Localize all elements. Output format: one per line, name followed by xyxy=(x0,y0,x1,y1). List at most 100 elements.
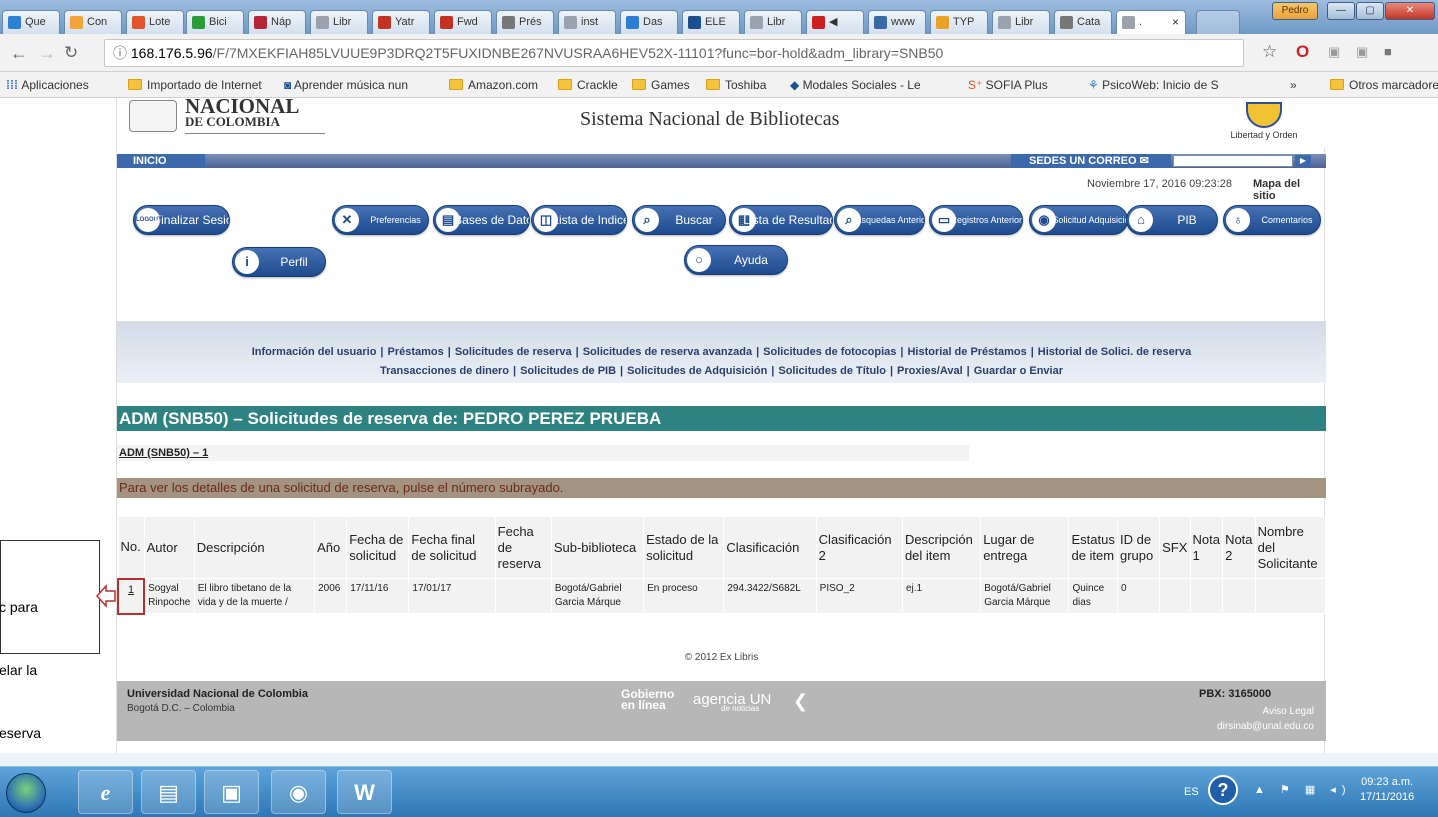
browser-tab[interactable]: ELE xyxy=(682,10,740,34)
mapa-del-sitio-link[interactable]: Mapa del sitio xyxy=(1253,178,1324,202)
bookmark-toshiba[interactable]: Toshiba xyxy=(706,76,766,94)
browser-tab[interactable]: Libr xyxy=(744,10,802,34)
bookmark-aplicaciones[interactable]: ⁞⁞⁞ Aplicaciones xyxy=(6,76,89,94)
patron-link[interactable]: Transacciones de dinero xyxy=(380,365,509,377)
url-field[interactable]: ⓘ 168.176.5.96/F/7MXEKFIAH85LVUUE9P3DRQ2… xyxy=(104,39,1244,67)
nav-button[interactable]: ◫Lista de Indices xyxy=(531,205,627,235)
star-icon[interactable]: ☆ xyxy=(1262,42,1277,62)
back-icon[interactable]: ← xyxy=(10,43,28,64)
nav-button-label: Comentarios xyxy=(1261,215,1313,225)
word-icon[interactable]: W xyxy=(337,770,392,814)
patron-link[interactable]: Proxies/Aval xyxy=(897,365,963,377)
nav-button[interactable]: ⌂ PIB xyxy=(1126,205,1218,235)
browser-tab[interactable]: Prés xyxy=(496,10,554,34)
patron-link[interactable]: Historial de Préstamos xyxy=(907,346,1026,358)
tab-label: Lote xyxy=(149,16,171,28)
patron-link[interactable]: Solicitudes de Adquisición xyxy=(627,365,767,377)
forward-icon[interactable]: → xyxy=(38,43,56,64)
browser-tab[interactable]: Que xyxy=(2,10,60,34)
bookmark-games[interactable]: Games xyxy=(632,76,690,94)
skype-extension-icon[interactable]: ▣ xyxy=(1356,44,1368,60)
patron-link[interactable]: Información del usuario xyxy=(252,346,377,358)
browser-tab[interactable]: Lote xyxy=(126,10,184,34)
internet-explorer-icon[interactable]: e xyxy=(78,770,133,814)
adm-library-link[interactable]: ADM (SNB50) – 1 xyxy=(117,445,969,461)
chrome-icon[interactable]: ◉ xyxy=(271,770,326,814)
browser-tab[interactable]: Das xyxy=(620,10,678,34)
opera-extension-icon[interactable]: O xyxy=(1296,42,1309,62)
bookmark-psicoweb[interactable]: ⚘ PsicoWeb: Inicio de S xyxy=(1088,76,1219,94)
gobierno-en-linea-logo[interactable]: Gobierno en línea xyxy=(621,688,681,711)
header-search-input[interactable] xyxy=(1173,155,1293,167)
nav-button[interactable]: ▦Lista de Resultados xyxy=(729,205,833,235)
patron-link[interactable]: Solicitudes de PIB xyxy=(520,365,616,377)
extension-icon[interactable]: ▣ xyxy=(1328,44,1340,60)
link-separator: | xyxy=(575,346,579,358)
sedes-correo-links[interactable]: SEDES UN CORREO ✉ xyxy=(1011,154,1171,168)
bookmark-aprender-musica[interactable]: ◙ Aprender música nun xyxy=(284,76,408,94)
nav-button[interactable]: ⌕ Buscar xyxy=(632,205,726,235)
aviso-legal-link[interactable]: Aviso Legal xyxy=(1191,706,1314,717)
browser-tab[interactable]: Con xyxy=(64,10,122,34)
browser-tab[interactable]: Cata xyxy=(1054,10,1112,34)
file-explorer-icon[interactable]: ▤ xyxy=(141,770,196,814)
patron-link[interactable]: Préstamos xyxy=(388,346,444,358)
browser-tab[interactable]: ◀ xyxy=(806,10,864,34)
browser-tab[interactable]: . × xyxy=(1116,10,1186,34)
patron-link[interactable]: Solicitudes de reserva avanzada xyxy=(583,346,752,358)
bookmark-crackle[interactable]: Crackle xyxy=(558,76,618,94)
patron-link[interactable]: Solicitudes de Título xyxy=(778,365,886,377)
inicio-link[interactable]: INICIO xyxy=(117,154,205,168)
bookmark-importado[interactable]: Importado de Internet xyxy=(128,76,262,94)
bookmarks-overflow-button[interactable]: » xyxy=(1290,76,1297,94)
new-tab-button[interactable] xyxy=(1196,10,1240,34)
system-tray-icons[interactable]: ▲ ⚑ ▦ ◂) xyxy=(1254,783,1352,796)
browser-tab[interactable]: Yatr xyxy=(372,10,430,34)
agencia-un-logo[interactable]: agencia UN de noticias xyxy=(693,691,771,713)
nav-button[interactable]: ▤Bases de Datos xyxy=(433,205,530,235)
menu-extension-icon[interactable]: ■ xyxy=(1384,44,1392,59)
close-window-button[interactable]: ✕ xyxy=(1385,2,1435,20)
bookmark-sofia-plus[interactable]: S⁺ SOFIA Plus xyxy=(968,76,1048,94)
minimize-button[interactable]: — xyxy=(1327,2,1355,20)
bookmark-modales-sociales[interactable]: ◆ Modales Sociales - Le xyxy=(790,76,921,94)
nav-button[interactable]: ○ Ayuda xyxy=(684,245,788,275)
browser-tab[interactable]: Libr xyxy=(992,10,1050,34)
browser-tab[interactable]: Libr xyxy=(310,10,368,34)
close-tab-icon[interactable]: × xyxy=(1172,11,1179,33)
nav-button[interactable]: ✕ Preferencias xyxy=(332,205,429,235)
browser-tab[interactable]: TYP xyxy=(930,10,988,34)
browser-tab[interactable]: inst xyxy=(558,10,616,34)
media-player-icon[interactable]: ▣ xyxy=(204,770,259,814)
university-logo[interactable]: NACIONAL DE COLOMBIA xyxy=(129,94,325,142)
nav-button[interactable]: i Perfil xyxy=(232,247,326,277)
taskbar-clock[interactable]: 09:23 a.m. 17/11/2016 xyxy=(1360,775,1414,805)
footer-email-link[interactable]: dirsinab@unal.edu.co xyxy=(1137,721,1314,732)
browser-tab[interactable]: Náp xyxy=(248,10,306,34)
patron-link[interactable]: Guardar o Enviar xyxy=(974,365,1063,377)
patron-link[interactable]: Solicitudes de fotocopias xyxy=(763,346,896,358)
header-search-go-button[interactable]: ▶ xyxy=(1295,155,1311,167)
bookmark-amazon[interactable]: Amazon.com xyxy=(449,76,538,94)
browser-tab[interactable]: www xyxy=(868,10,926,34)
tab-label: . xyxy=(1139,16,1143,28)
browser-tab[interactable]: Fwd xyxy=(434,10,492,34)
nav-button[interactable]: ◉ Solicitud Adquisición xyxy=(1029,205,1128,235)
patron-link[interactable]: Historial de Solici. de reserva xyxy=(1038,346,1191,358)
help-icon[interactable]: ? xyxy=(1208,775,1238,805)
maximize-button[interactable]: ▢ xyxy=(1356,2,1384,20)
patron-link[interactable]: Solicitudes de reserva xyxy=(455,346,572,358)
nav-button[interactable]: ♁ Comentarios xyxy=(1223,205,1321,235)
info-icon[interactable]: ⓘ xyxy=(113,45,131,61)
link-separator: | xyxy=(771,365,775,377)
user-profile-badge[interactable]: Pedro xyxy=(1272,2,1318,20)
bookmark-otros-marcadores[interactable]: Otros marcadores xyxy=(1330,76,1438,94)
nav-button[interactable]: LOGOUTFinalizar Sesión xyxy=(133,205,230,235)
start-button[interactable] xyxy=(6,773,46,813)
reload-icon[interactable]: ↻ xyxy=(64,43,78,63)
browser-tab[interactable]: Bici xyxy=(186,10,244,34)
nav-button[interactable]: ⌕Busquedas Anteriores xyxy=(834,205,925,235)
nav-button[interactable]: ▭Registros Anteriores xyxy=(929,205,1023,235)
request-number-link[interactable]: 1 xyxy=(128,584,134,596)
language-indicator[interactable]: ES xyxy=(1184,786,1199,798)
